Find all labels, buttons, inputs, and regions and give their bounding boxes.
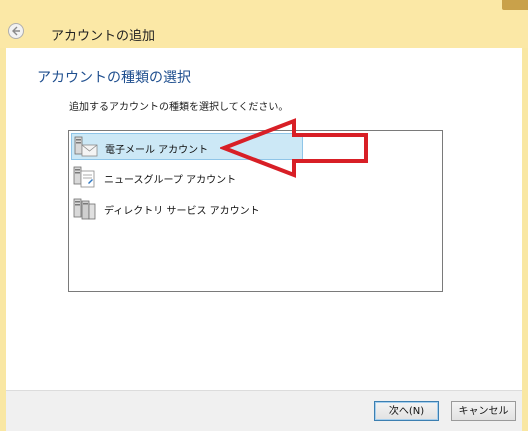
email-account-icon [74,136,98,157]
window-close-button[interactable] [502,0,528,10]
page-heading: アカウントの種類の選択 [37,70,191,86]
directory-service-icon [73,198,96,220]
back-arrow-icon [12,26,20,36]
annotation-arrow-icon [220,118,368,178]
list-item-label: 電子メール アカウント [105,145,209,156]
next-button[interactable]: 次へ(N) [374,401,439,421]
window-title: アカウントの追加 [51,29,156,44]
list-item-label: ニュースグループ アカウント [104,175,237,186]
dialog-content: アカウントの種類の選択 追加するアカウントの種類を選択してください。 電子メール… [6,48,522,390]
dialog-footer: 次へ(N) キャンセル [6,390,522,431]
list-item-directory-service-account[interactable]: ディレクトリ サービス アカウント [71,195,303,222]
back-button[interactable] [8,23,24,39]
cancel-button[interactable]: キャンセル [451,401,516,421]
newsgroup-account-icon [73,166,95,188]
instruction-text: 追加するアカウントの種類を選択してください。 [69,102,289,113]
title-bar: アカウントの追加 [0,0,528,48]
list-item-label: ディレクトリ サービス アカウント [104,206,260,217]
